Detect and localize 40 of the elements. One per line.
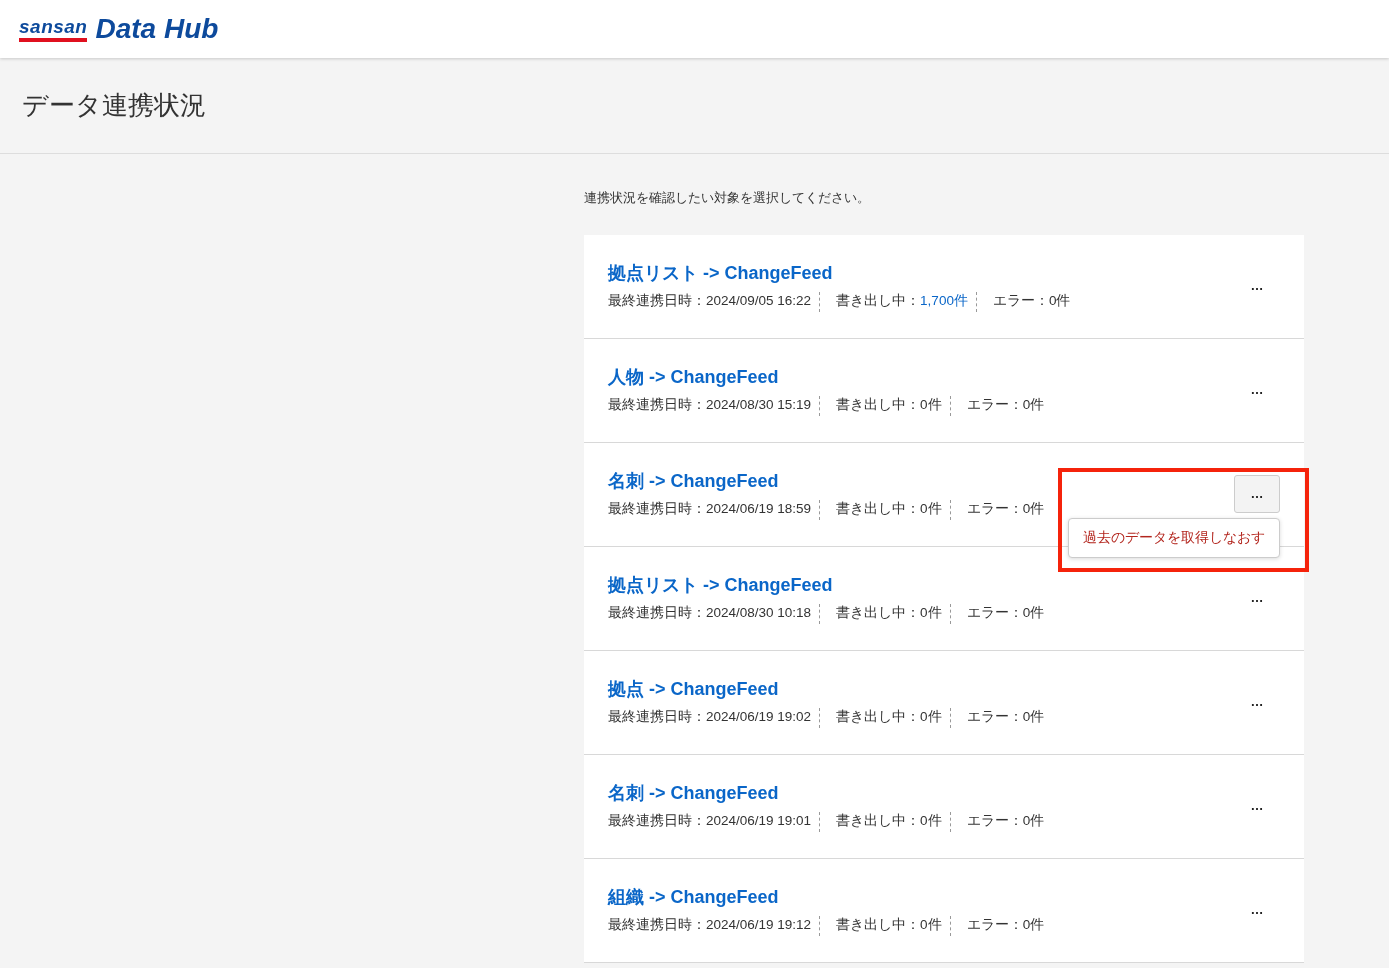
page-title: データ連携状況	[22, 89, 206, 122]
error-count-text: エラー：0件	[966, 604, 1045, 623]
item-title-link[interactable]: 名刺 -> ChangeFeed	[608, 468, 1045, 496]
last-sync-text: 最終連携日時：2024/08/30 15:19	[608, 396, 812, 415]
more-options-button[interactable]: …	[1234, 579, 1280, 617]
export-status-text: 書き出し中：1,700件	[836, 292, 968, 311]
item-title-link[interactable]: 人物 -> ChangeFeed	[608, 364, 1045, 392]
more-options-button[interactable]: …	[1234, 371, 1280, 409]
error-count-text: エラー：0件	[966, 500, 1045, 519]
more-options-button[interactable]: …	[1234, 475, 1280, 513]
item-title-link[interactable]: 拠点 -> ChangeFeed	[608, 676, 1045, 704]
export-status-text: 書き出し中：0件	[836, 396, 942, 415]
logo-brand: sansan	[19, 16, 88, 42]
export-status-text: 書き出し中：0件	[836, 708, 942, 727]
last-sync-text: 最終連携日時：2024/06/19 18:59	[608, 500, 812, 519]
export-status-text: 書き出し中：0件	[836, 500, 942, 519]
error-count-text: エラー：0件	[966, 396, 1045, 415]
menu-item[interactable]: 過去のデータを取得しなおす	[1083, 527, 1265, 548]
more-options-button[interactable]: …	[1234, 891, 1280, 929]
last-sync-text: 最終連携日時：2024/08/30 10:18	[608, 604, 812, 623]
error-count-text: エラー：0件	[992, 292, 1071, 311]
last-sync-text: 最終連携日時：2024/06/19 19:12	[608, 916, 812, 935]
item-title-link[interactable]: 名刺 -> ChangeFeed	[608, 780, 1045, 808]
more-options-button[interactable]: …	[1234, 787, 1280, 825]
export-status-text: 書き出し中：0件	[836, 916, 942, 935]
item-title-link[interactable]: 組織 -> ChangeFeed	[608, 884, 1045, 912]
error-count-text: エラー：0件	[966, 708, 1045, 727]
error-count-text: エラー：0件	[966, 916, 1045, 935]
last-sync-text: 最終連携日時：2024/06/19 19:01	[608, 812, 812, 831]
last-sync-text: 最終連携日時：2024/09/05 16:22	[608, 292, 812, 311]
error-count-text: エラー：0件	[966, 812, 1045, 831]
logo-product-name: Data Hub	[95, 15, 219, 43]
more-options-button[interactable]: …	[1234, 267, 1280, 305]
item-title-link[interactable]: 拠点リスト -> ChangeFeed	[608, 260, 1071, 288]
export-status-text: 書き出し中：0件	[836, 812, 942, 831]
item-title-link[interactable]: 拠点リスト -> ChangeFeed	[608, 572, 1045, 600]
last-sync-text: 最終連携日時：2024/06/19 19:02	[608, 708, 812, 727]
instruction-text: 連携状況を確認したい対象を選択してください。	[584, 189, 871, 207]
export-status-text: 書き出し中：0件	[836, 604, 942, 623]
more-options-button[interactable]: …	[1234, 683, 1280, 721]
